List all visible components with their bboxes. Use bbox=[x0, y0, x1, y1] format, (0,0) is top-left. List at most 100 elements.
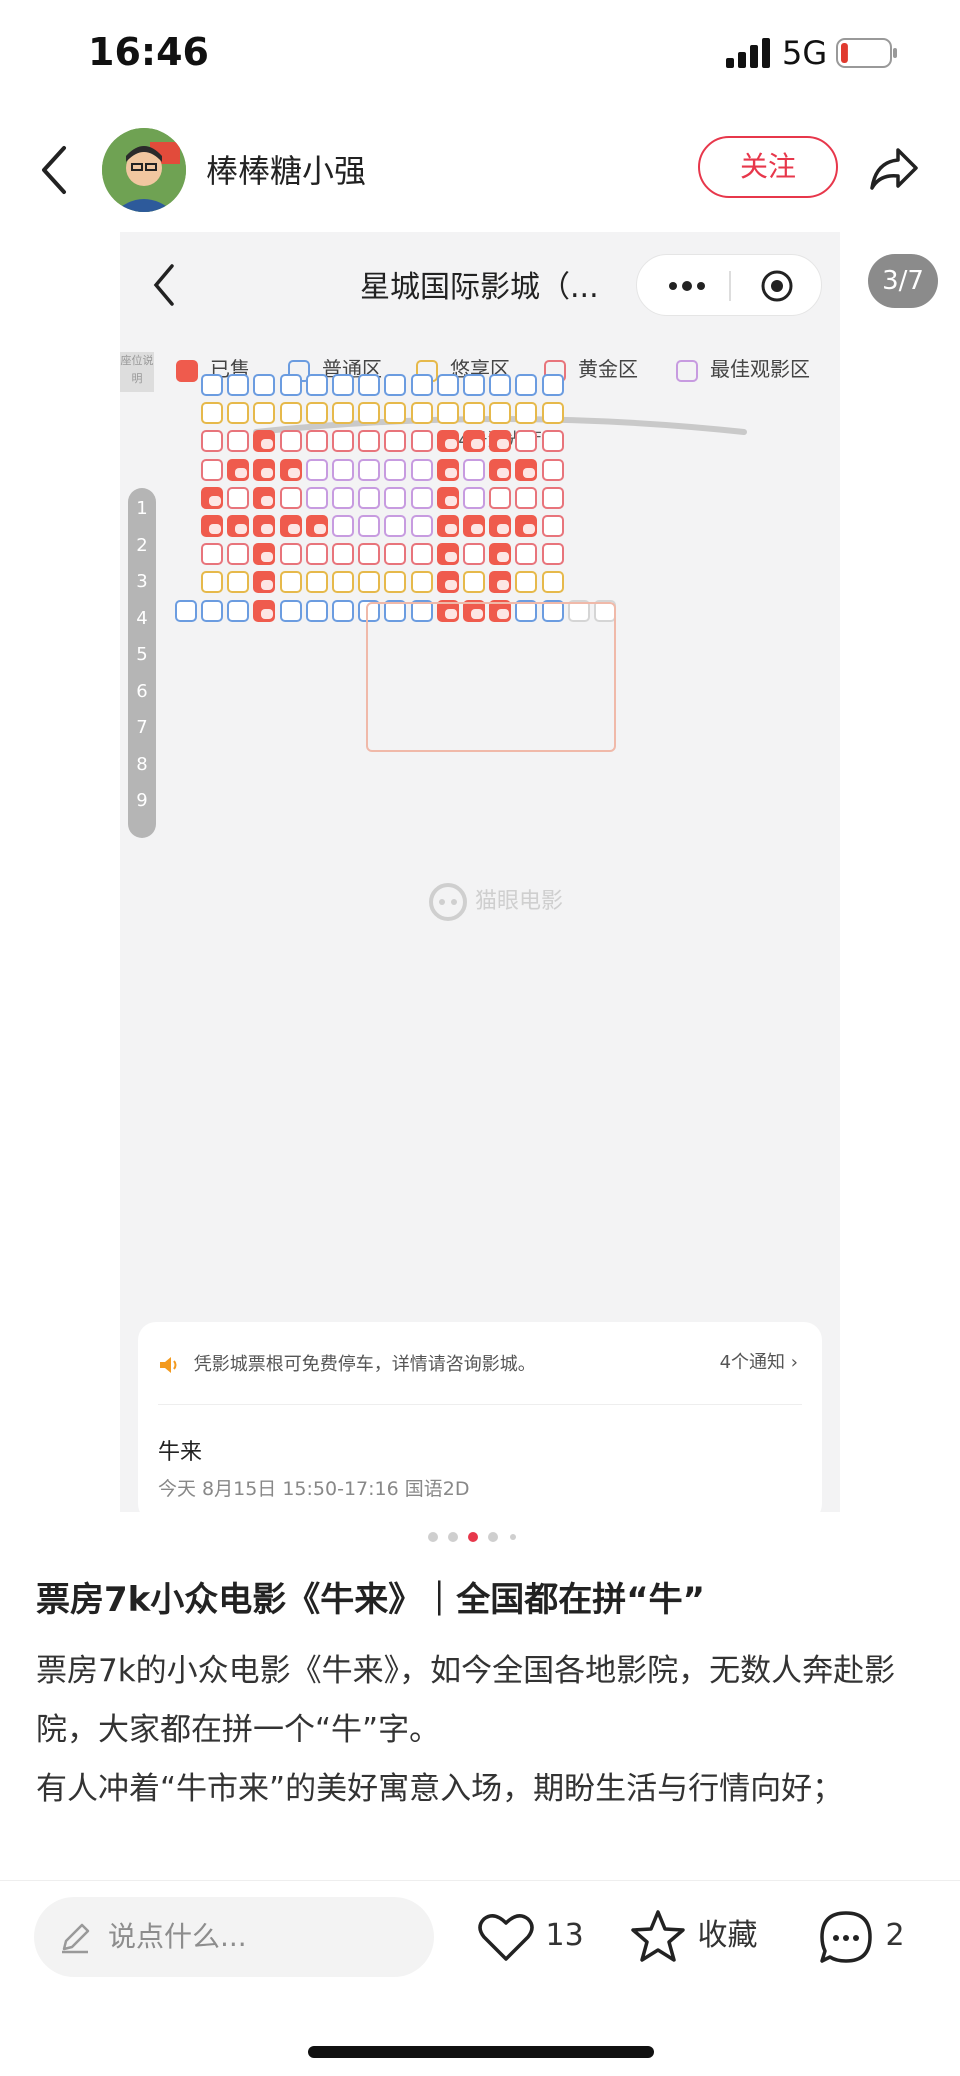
seat[interactable] bbox=[332, 571, 354, 594]
seat[interactable] bbox=[358, 515, 381, 537]
back-icon[interactable] bbox=[34, 142, 74, 198]
seat[interactable] bbox=[541, 515, 564, 537]
seat[interactable] bbox=[253, 374, 276, 396]
seat[interactable] bbox=[201, 543, 223, 566]
seat[interactable] bbox=[463, 374, 485, 396]
seat[interactable] bbox=[463, 486, 485, 509]
seat[interactable] bbox=[358, 458, 381, 481]
seat[interactable] bbox=[489, 402, 512, 425]
seat[interactable] bbox=[279, 402, 302, 425]
seat[interactable] bbox=[384, 402, 407, 425]
seat[interactable] bbox=[305, 599, 328, 622]
seat[interactable] bbox=[384, 571, 407, 594]
seat[interactable] bbox=[253, 402, 276, 425]
seat[interactable] bbox=[332, 599, 354, 622]
seat[interactable] bbox=[463, 402, 485, 425]
seat[interactable] bbox=[279, 430, 302, 453]
seat[interactable] bbox=[279, 543, 302, 566]
avatar[interactable] bbox=[102, 128, 186, 212]
seat[interactable] bbox=[227, 486, 250, 509]
seat[interactable] bbox=[305, 571, 328, 594]
seat[interactable] bbox=[515, 571, 538, 594]
seat[interactable] bbox=[515, 430, 538, 453]
seat[interactable] bbox=[332, 374, 354, 396]
collect-button[interactable]: 收藏 bbox=[628, 1901, 758, 1971]
seat[interactable] bbox=[410, 571, 433, 594]
seat[interactable] bbox=[541, 430, 564, 453]
seat[interactable] bbox=[515, 543, 538, 566]
seat[interactable] bbox=[358, 571, 381, 594]
seat[interactable] bbox=[410, 374, 433, 396]
seat[interactable] bbox=[515, 486, 538, 509]
seat[interactable] bbox=[332, 515, 354, 537]
seat[interactable] bbox=[305, 458, 328, 481]
comment-input[interactable]: 说点什么... bbox=[34, 1897, 434, 1977]
seat[interactable] bbox=[358, 430, 381, 453]
seat[interactable] bbox=[384, 458, 407, 481]
like-button[interactable]: 13 bbox=[476, 1901, 584, 1971]
seat[interactable] bbox=[332, 430, 354, 453]
seat[interactable] bbox=[227, 543, 250, 566]
follow-button[interactable]: 关注 bbox=[698, 136, 838, 198]
seat[interactable] bbox=[410, 430, 433, 453]
seat[interactable] bbox=[463, 543, 485, 566]
seat[interactable] bbox=[201, 374, 223, 396]
seat[interactable] bbox=[332, 486, 354, 509]
seat[interactable] bbox=[463, 571, 485, 594]
seat[interactable] bbox=[332, 402, 354, 425]
seat[interactable] bbox=[541, 571, 564, 594]
seat[interactable] bbox=[515, 374, 538, 396]
seat[interactable] bbox=[410, 515, 433, 537]
post-image[interactable]: 星城国际影城（... 座位说明 已售 普通区 悠享区 黄金区 最佳观影区 4号激… bbox=[120, 232, 840, 1512]
seat[interactable] bbox=[436, 402, 459, 425]
seat[interactable] bbox=[305, 430, 328, 453]
seat[interactable] bbox=[541, 486, 564, 509]
seat[interactable] bbox=[305, 543, 328, 566]
seat[interactable] bbox=[541, 458, 564, 481]
seat[interactable] bbox=[227, 374, 250, 396]
seat[interactable] bbox=[201, 599, 223, 622]
seat[interactable] bbox=[227, 430, 250, 453]
seat[interactable] bbox=[541, 374, 564, 396]
seat[interactable] bbox=[279, 374, 302, 396]
seat[interactable] bbox=[279, 486, 302, 509]
seat[interactable] bbox=[489, 374, 512, 396]
seat[interactable] bbox=[305, 374, 328, 396]
comment-count-button[interactable]: 2 bbox=[816, 1901, 905, 1971]
seat[interactable] bbox=[384, 486, 407, 509]
seat[interactable] bbox=[410, 486, 433, 509]
seat[interactable] bbox=[384, 430, 407, 453]
seat[interactable] bbox=[384, 374, 407, 396]
seat[interactable] bbox=[279, 571, 302, 594]
seat[interactable] bbox=[410, 543, 433, 566]
seat[interactable] bbox=[201, 571, 223, 594]
seat[interactable] bbox=[410, 402, 433, 425]
seat[interactable] bbox=[358, 402, 381, 425]
seat[interactable] bbox=[541, 543, 564, 566]
seat[interactable] bbox=[201, 458, 223, 481]
seat[interactable] bbox=[174, 599, 197, 622]
seat[interactable] bbox=[358, 374, 381, 396]
seat[interactable] bbox=[515, 402, 538, 425]
seat[interactable] bbox=[332, 458, 354, 481]
seat[interactable] bbox=[489, 486, 512, 509]
seat[interactable] bbox=[305, 486, 328, 509]
seat[interactable] bbox=[384, 543, 407, 566]
share-icon[interactable] bbox=[866, 140, 922, 196]
author-name[interactable]: 棒棒糖小强 bbox=[206, 146, 366, 192]
seat[interactable] bbox=[279, 599, 302, 622]
seat[interactable] bbox=[201, 402, 223, 425]
seat[interactable] bbox=[227, 571, 250, 594]
seat[interactable] bbox=[541, 402, 564, 425]
seat[interactable] bbox=[436, 374, 459, 396]
seat[interactable] bbox=[227, 599, 250, 622]
seat[interactable] bbox=[463, 458, 485, 481]
seat[interactable] bbox=[384, 515, 407, 537]
seat[interactable] bbox=[410, 458, 433, 481]
seat[interactable] bbox=[358, 543, 381, 566]
seat[interactable] bbox=[358, 486, 381, 509]
seat[interactable] bbox=[201, 430, 223, 453]
seat[interactable] bbox=[305, 402, 328, 425]
seat[interactable] bbox=[227, 402, 250, 425]
seat[interactable] bbox=[332, 543, 354, 566]
